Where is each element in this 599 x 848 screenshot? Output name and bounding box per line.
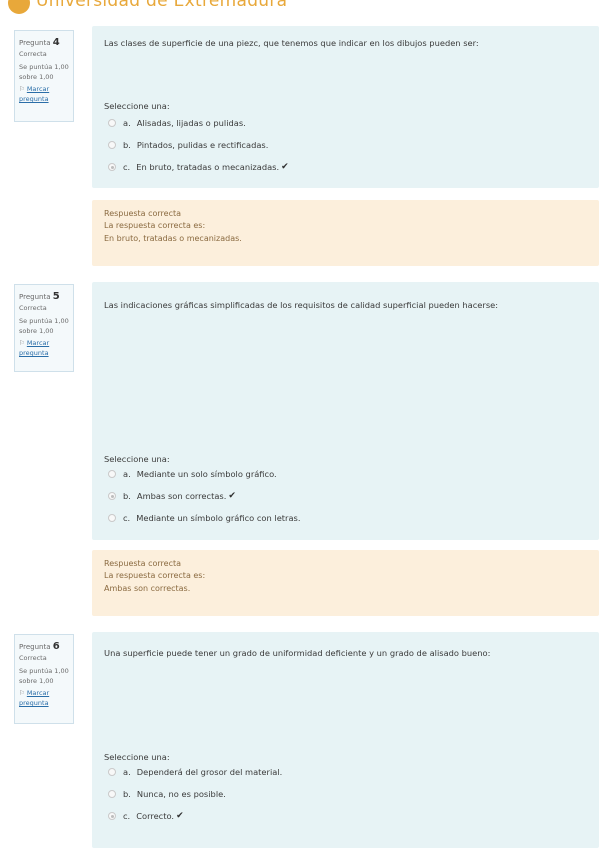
flag-question-link[interactable]: ⚐ Marcar pregunta — [19, 339, 69, 359]
site-header: Universidad de Extremadura — [0, 0, 599, 22]
answer-letter: b. — [123, 491, 131, 501]
radio-button[interactable] — [108, 790, 116, 798]
answer-text: Correcto. — [136, 811, 175, 821]
answer-option-a[interactable]: a. Dependerá del grosor del material. — [108, 761, 282, 783]
site-name[interactable]: Universidad de Extremadura — [36, 0, 287, 11]
question-number-line: Pregunta 4 — [19, 35, 69, 50]
question-formulation: Las clases de superficie de una piezc, q… — [92, 26, 599, 188]
question-info: Pregunta 5 Correcta Se puntúa 1,00 sobre… — [14, 284, 74, 372]
answer-option-a[interactable]: a. Alisadas, lijadas o pulidas. — [108, 112, 289, 134]
flag-question-link[interactable]: ⚐ Marcar pregunta — [19, 85, 69, 105]
question-info: Pregunta 6 Correcta Se puntúa 1,00 sobre… — [14, 634, 74, 724]
answer-text: Ambas son correctas. — [136, 491, 227, 501]
feedback-answer: Ambas son correctas. — [104, 583, 191, 593]
question-number: 5 — [52, 291, 60, 302]
answer-letter: c. — [123, 513, 131, 523]
answer-letter: a. — [123, 118, 131, 128]
score-line-1: Se puntúa 1,00 — [19, 62, 69, 71]
score-line-1: Se puntúa 1,00 — [19, 666, 69, 675]
answer-prompt: Seleccione una: — [104, 101, 170, 111]
answer-letter: b. — [123, 789, 131, 799]
feedback-answer: En bruto, tratadas o mecanizadas. — [104, 233, 242, 243]
radio-button[interactable] — [108, 514, 116, 522]
answer-text: Alisadas, lijadas o pulidas. — [136, 118, 246, 128]
score-line-2: sobre 1,00 — [19, 676, 54, 685]
answer-letter: a. — [123, 767, 131, 777]
answer-option-b[interactable]: b. Ambas son correctas. ✔ — [108, 485, 301, 507]
answer-option-c[interactable]: c. En bruto, tratadas o mecanizadas. ✔ — [108, 156, 289, 178]
answer-text: Pintados, pulidas e rectificadas. — [136, 140, 269, 150]
question-status: Correcta — [19, 654, 47, 662]
flag-icon: ⚐ — [19, 85, 25, 94]
answer-option-c[interactable]: c. Mediante un símbolo gráfico con letra… — [108, 507, 301, 529]
question-formulation: Las indicaciones gráficas simplificadas … — [92, 282, 599, 540]
flag-icon: ⚐ — [19, 339, 25, 348]
question-number-line: Pregunta 5 — [19, 289, 69, 304]
feedback-label: La respuesta correcta es: — [104, 571, 206, 581]
answer-letter: a. — [123, 469, 131, 479]
question-formulation: Una superficie puede tener un grado de u… — [92, 632, 599, 848]
answer-letter: b. — [123, 140, 131, 150]
answer-list: a. Alisadas, lijadas o pulidas. b. Pinta… — [108, 112, 289, 178]
flag-question-link[interactable]: ⚐ Marcar pregunta — [19, 689, 69, 709]
answer-text: Nunca, no es posible. — [136, 789, 226, 799]
answer-option-b[interactable]: b. Nunca, no es posible. — [108, 783, 282, 805]
question-feedback: Respuesta correcta La respuesta correcta… — [92, 550, 599, 616]
question-feedback: Respuesta correcta La respuesta correcta… — [92, 200, 599, 266]
check-icon: ✔ — [281, 162, 289, 172]
feedback-title: Respuesta correcta — [104, 559, 182, 568]
question-info: Pregunta 4 Correcta Se puntúa 1,00 sobre… — [14, 30, 74, 122]
question-label: Pregunta — [19, 643, 51, 651]
radio-button[interactable] — [108, 119, 116, 127]
answer-text: Mediante un solo símbolo gráfico. — [136, 469, 277, 479]
check-icon: ✔ — [176, 811, 184, 821]
question-number: 4 — [52, 37, 60, 48]
radio-button-selected[interactable] — [108, 492, 116, 500]
answer-text: Dependerá del grosor del material. — [136, 767, 283, 777]
feedback-title: Respuesta correcta — [104, 209, 182, 218]
radio-button[interactable] — [108, 768, 116, 776]
question-text: Las clases de superficie de una piezc, q… — [104, 38, 479, 48]
check-icon: ✔ — [228, 491, 236, 501]
question-status: Correcta — [19, 50, 47, 58]
answer-text: Mediante un símbolo gráfico con letras. — [136, 513, 301, 523]
question-label: Pregunta — [19, 293, 51, 301]
question-score: Se puntúa 1,00 sobre 1,00 — [19, 667, 69, 687]
answer-list: a. Mediante un solo símbolo gráfico. b. … — [108, 463, 301, 529]
question-number-line: Pregunta 6 — [19, 639, 69, 654]
feedback-label: La respuesta correcta es: — [104, 221, 206, 231]
answer-text: En bruto, tratadas o mecanizadas. — [136, 162, 280, 172]
answer-letter: c. — [123, 162, 131, 172]
radio-button-selected[interactable] — [108, 812, 116, 820]
radio-button[interactable] — [108, 470, 116, 478]
answer-list: a. Dependerá del grosor del material. b.… — [108, 761, 282, 827]
answer-option-b[interactable]: b. Pintados, pulidas e rectificadas. — [108, 134, 289, 156]
flag-icon: ⚐ — [19, 689, 25, 698]
radio-button-selected[interactable] — [108, 163, 116, 171]
question-text: Una superficie puede tener un grado de u… — [104, 648, 491, 658]
answer-option-a[interactable]: a. Mediante un solo símbolo gráfico. — [108, 463, 301, 485]
question-number: 6 — [52, 641, 60, 652]
answer-letter: c. — [123, 811, 131, 821]
question-score: Se puntúa 1,00 sobre 1,00 — [19, 317, 69, 337]
answer-option-c[interactable]: c. Correcto. ✔ — [108, 805, 282, 827]
score-line-2: sobre 1,00 — [19, 326, 54, 335]
university-logo-icon[interactable] — [8, 0, 30, 14]
radio-button[interactable] — [108, 141, 116, 149]
question-score: Se puntúa 1,00 sobre 1,00 — [19, 63, 69, 83]
score-line-1: Se puntúa 1,00 — [19, 316, 69, 325]
question-label: Pregunta — [19, 39, 51, 47]
score-line-2: sobre 1,00 — [19, 72, 54, 81]
question-text: Las indicaciones gráficas simplificadas … — [104, 300, 499, 310]
question-status: Correcta — [19, 304, 47, 312]
